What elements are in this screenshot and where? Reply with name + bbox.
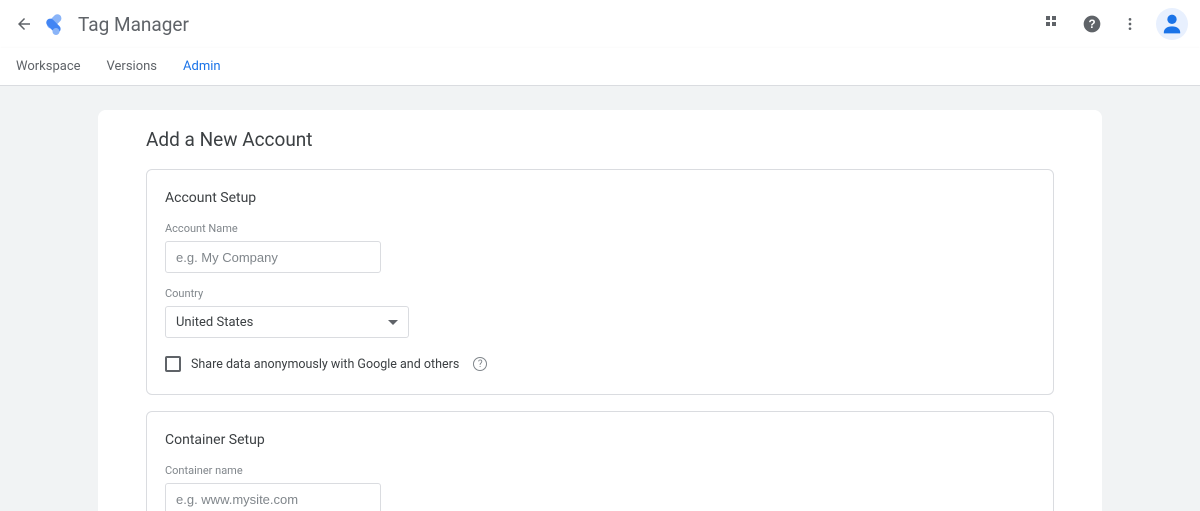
tab-workspace[interactable]: Workspace — [16, 49, 81, 84]
account-name-label: Account Name — [165, 222, 1035, 235]
header-actions: ? — [1042, 8, 1188, 40]
tab-versions[interactable]: Versions — [107, 49, 157, 84]
container-setup-section: Container Setup Container name — [146, 411, 1054, 511]
share-data-help-icon[interactable]: ? — [473, 357, 487, 371]
help-icon[interactable]: ? — [1080, 12, 1104, 36]
country-value: United States — [176, 315, 253, 330]
apps-icon[interactable] — [1042, 12, 1066, 36]
country-label: Country — [165, 287, 1035, 300]
container-name-label: Container name — [165, 464, 1035, 477]
share-data-label: Share data anonymously with Google and o… — [191, 357, 459, 372]
page-title: Add a New Account — [98, 110, 1102, 169]
app-header: Tag Manager ? — [0, 0, 1200, 48]
country-group: Country United States — [165, 287, 1035, 338]
app-title: Tag Manager — [78, 13, 189, 36]
container-name-input[interactable] — [165, 483, 381, 511]
chevron-down-icon — [388, 315, 398, 330]
account-setup-section: Account Setup Account Name Country Unite… — [146, 169, 1054, 395]
page-body: Add a New Account Account Setup Account … — [0, 86, 1200, 511]
country-select[interactable]: United States — [165, 306, 409, 338]
account-avatar[interactable] — [1156, 8, 1188, 40]
share-data-checkbox[interactable] — [165, 356, 181, 372]
account-name-group: Account Name — [165, 222, 1035, 273]
tab-admin[interactable]: Admin — [183, 49, 221, 84]
tag-manager-logo-icon — [44, 12, 68, 36]
container-setup-title: Container Setup — [165, 432, 1035, 448]
account-setup-title: Account Setup — [165, 190, 1035, 206]
more-vert-icon[interactable] — [1118, 12, 1142, 36]
svg-text:?: ? — [1088, 18, 1095, 31]
main-card: Add a New Account Account Setup Account … — [98, 110, 1102, 511]
share-data-row: Share data anonymously with Google and o… — [165, 356, 1035, 372]
nav-tabs: Workspace Versions Admin — [0, 48, 1200, 86]
back-button[interactable] — [12, 12, 36, 36]
account-name-input[interactable] — [165, 241, 381, 273]
container-name-group: Container name — [165, 464, 1035, 511]
